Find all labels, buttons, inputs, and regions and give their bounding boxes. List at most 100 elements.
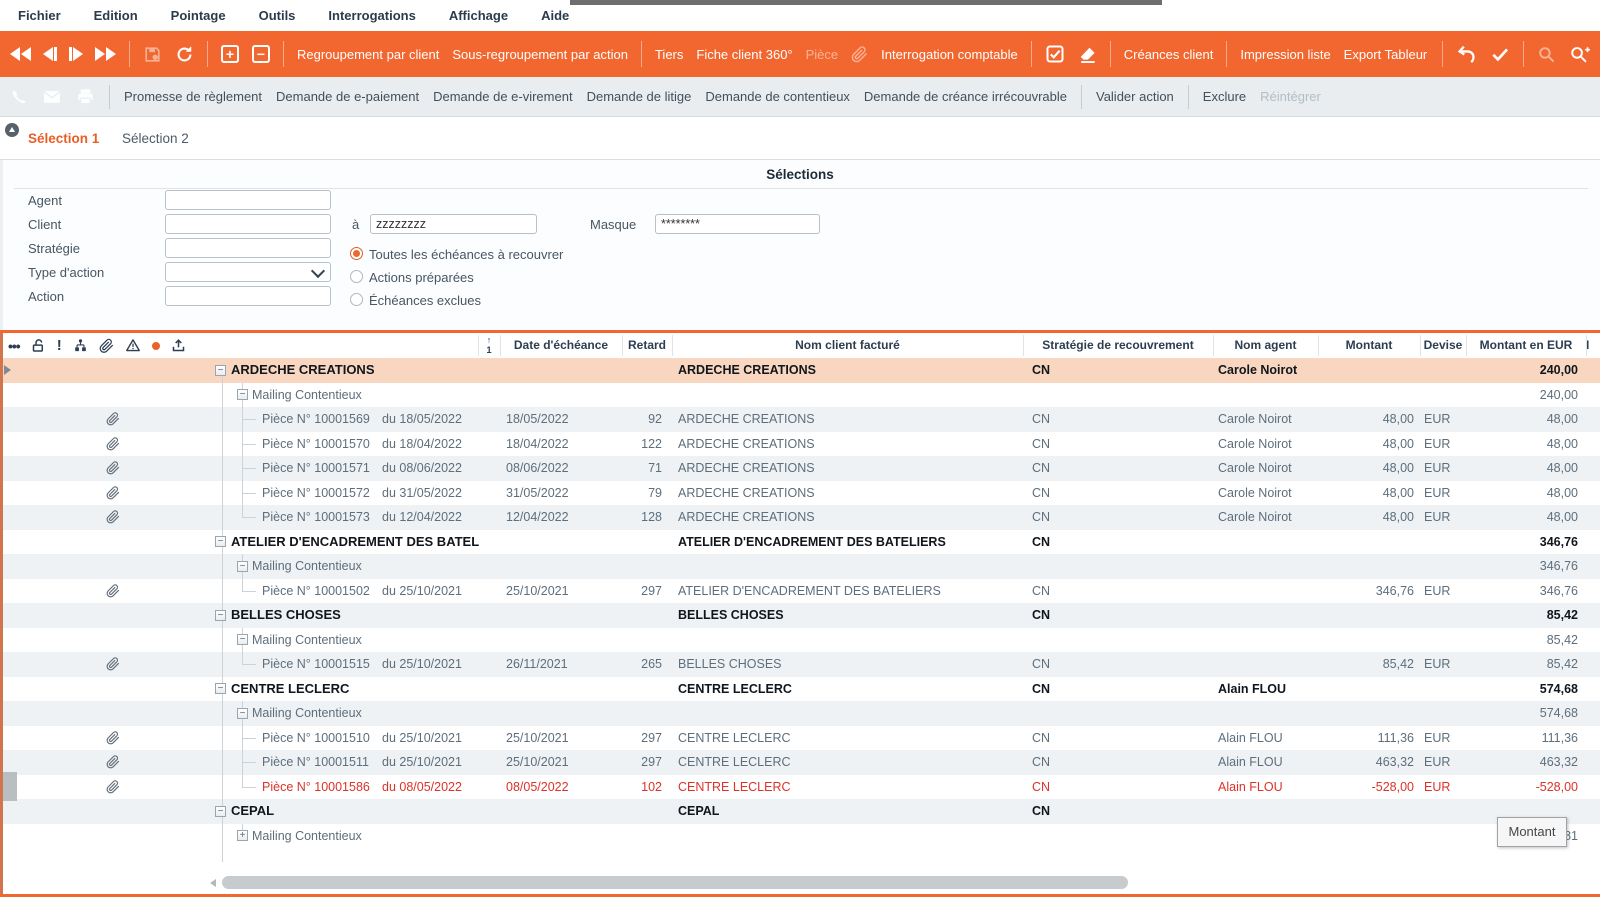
collapse-node-icon[interactable]: −	[237, 389, 248, 400]
hierarchy-icon[interactable]	[73, 338, 88, 353]
next-record-icon[interactable]	[69, 47, 83, 61]
column-header-devise[interactable]: Devise	[1420, 333, 1466, 358]
grid-row-piece[interactable]: Pièce N° 10001586du 08/05/202208/05/2022…	[0, 775, 1600, 800]
horizontal-scrollbar-thumb[interactable]	[222, 876, 1128, 889]
menu-affichage[interactable]: Affichage	[449, 8, 508, 23]
column-header-date-echeance[interactable]: Date d'échéance	[500, 333, 622, 358]
impression-liste-button[interactable]: Impression liste	[1240, 47, 1330, 62]
collapse-node-icon[interactable]: −	[215, 365, 226, 376]
refresh-icon[interactable]	[175, 45, 194, 64]
column-header-partial[interactable]: I	[1586, 333, 1600, 358]
undo-icon[interactable]	[1456, 44, 1477, 65]
grid-row-piece[interactable]: Pièce N° 10001572du 31/05/202231/05/2022…	[0, 481, 1600, 506]
menu-outils[interactable]: Outils	[259, 8, 296, 23]
grid-row-client-group[interactable]: −CENTRE LECLERCCENTRE LECLERCCNAlain FLO…	[0, 677, 1600, 702]
validate-checkbox-icon[interactable]	[1045, 44, 1065, 64]
sort-indicator[interactable]: ↑ 1	[482, 335, 496, 355]
grid-row-client-group[interactable]: −BELLES CHOSESBELLES CHOSESCN85,42	[0, 603, 1600, 628]
radio-toutes-echeances[interactable]	[350, 247, 363, 260]
exclure-button[interactable]: Exclure	[1203, 89, 1246, 104]
tiers-button[interactable]: Tiers	[655, 47, 683, 62]
fiche-client-360-button[interactable]: Fiche client 360°	[696, 47, 792, 62]
grid-row-piece[interactable]: Pièce N° 10001502du 25/10/202125/10/2021…	[0, 579, 1600, 604]
demande-litige-button[interactable]: Demande de litige	[587, 89, 692, 104]
column-header-nom-client[interactable]: Nom client facturé	[672, 333, 1023, 358]
column-header-strategie[interactable]: Stratégie de recouvrement	[1023, 333, 1213, 358]
collapse-node-icon[interactable]: −	[215, 610, 226, 621]
collapse-node-icon[interactable]: −	[237, 561, 248, 572]
demande-contentieux-button[interactable]: Demande de contentieux	[705, 89, 850, 104]
eraser-icon[interactable]	[1078, 45, 1097, 64]
grid-row-action-group[interactable]: −Mailing Contentieux346,76	[0, 554, 1600, 579]
interrogation-comptable-button[interactable]: Interrogation comptable	[881, 47, 1018, 62]
grid-row-client-group[interactable]: −CEPALCEPALCN	[0, 799, 1600, 824]
lock-icon[interactable]	[31, 338, 46, 354]
collapse-panel-icon[interactable]	[5, 123, 19, 137]
grid-row-action-group[interactable]: −Mailing Contentieux240,00	[0, 383, 1600, 408]
previous-record-icon[interactable]	[43, 47, 57, 61]
confirm-check-icon[interactable]	[1490, 44, 1510, 64]
tab-selection-1[interactable]: Sélection 1	[28, 131, 99, 146]
grid-row-piece[interactable]: Pièce N° 10001570du 18/04/202218/04/2022…	[0, 432, 1600, 457]
sous-regroupement-par-action-button[interactable]: Sous-regroupement par action	[452, 47, 628, 62]
demande-e-paiement-button[interactable]: Demande de e-paiement	[276, 89, 419, 104]
expand-all-icon[interactable]: +	[221, 45, 239, 63]
valider-action-button[interactable]: Valider action	[1096, 89, 1174, 104]
grid-row-action-group[interactable]: −Mailing Contentieux85,42	[0, 628, 1600, 653]
grid-row-piece[interactable]: Pièce N° 10001573du 12/04/202212/04/2022…	[0, 505, 1600, 530]
first-record-icon[interactable]	[10, 47, 31, 61]
more-options-icon[interactable]: •••	[8, 341, 20, 351]
tab-selection-2[interactable]: Sélection 2	[122, 131, 189, 146]
grid-row-piece[interactable]: Pièce N° 10001511du 25/10/202125/10/2021…	[0, 750, 1600, 775]
collapse-node-icon[interactable]: −	[237, 708, 248, 719]
promesse-reglement-button[interactable]: Promesse de règlement	[124, 89, 262, 104]
zoom-plus-icon[interactable]	[1569, 44, 1590, 65]
expand-node-icon[interactable]: +	[237, 830, 248, 841]
column-header-retard[interactable]: Retard	[622, 333, 672, 358]
menu-edition[interactable]: Edition	[94, 8, 138, 23]
menu-aide[interactable]: Aide	[541, 8, 569, 23]
radio-actions-preparees[interactable]	[350, 270, 363, 283]
export-row-icon[interactable]	[171, 338, 186, 353]
grid-row-piece[interactable]: Pièce N° 10001569du 18/05/202218/05/2022…	[0, 407, 1600, 432]
creances-client-button[interactable]: Créances client	[1124, 47, 1214, 62]
type-action-select[interactable]	[165, 262, 331, 282]
grid-row-piece[interactable]: Pièce N° 10001510du 25/10/202125/10/2021…	[0, 726, 1600, 751]
collapse-node-icon[interactable]: −	[215, 683, 226, 694]
column-header-montant-eur[interactable]: Montant en EUR	[1466, 333, 1586, 358]
attachment-column-icon[interactable]	[99, 338, 114, 354]
menu-fichier[interactable]: Fichier	[18, 8, 61, 23]
strategie-input[interactable]	[165, 238, 331, 258]
action-input[interactable]	[165, 286, 331, 306]
last-record-icon[interactable]	[95, 47, 116, 61]
client-from-input[interactable]	[165, 214, 331, 234]
grid-row-piece[interactable]: Pièce N° 10001515du 25/10/202126/11/2021…	[0, 652, 1600, 677]
collapse-node-icon[interactable]: −	[237, 634, 248, 645]
grid-row-action-group[interactable]: +Mailing Contentieux557,81	[0, 824, 1600, 849]
status-dot-icon[interactable]	[152, 342, 160, 350]
collapse-all-icon[interactable]: −	[252, 45, 270, 63]
radio-echeances-exclues[interactable]	[350, 293, 363, 306]
demande-creance-irrecouvrable-button[interactable]: Demande de créance irrécouvrable	[864, 89, 1067, 104]
row-scroll-marker[interactable]	[3, 772, 17, 801]
warning-icon[interactable]	[125, 338, 141, 353]
agent-input[interactable]	[165, 190, 331, 210]
grid-row-piece[interactable]: Pièce N° 10001571du 08/06/202208/06/2022…	[0, 456, 1600, 481]
grid-row-client-group[interactable]: −ARDECHE CREATIONSARDECHE CREATIONSCNCar…	[0, 358, 1600, 383]
demande-e-virement-button[interactable]: Demande de e-virement	[433, 89, 572, 104]
collapse-node-icon[interactable]: −	[215, 806, 226, 817]
column-header-montant[interactable]: Montant	[1318, 333, 1420, 358]
grid-row-client-group[interactable]: −ATELIER D'ENCADREMENT DES BATELATELIER …	[0, 530, 1600, 555]
menu-interrogations[interactable]: Interrogations	[328, 8, 415, 23]
export-tableur-button[interactable]: Export Tableur	[1344, 47, 1428, 62]
hscroll-left-arrow[interactable]	[210, 879, 216, 887]
menu-pointage[interactable]: Pointage	[171, 8, 226, 23]
column-header-nom-agent[interactable]: Nom agent	[1213, 333, 1318, 358]
collapse-node-icon[interactable]: −	[215, 536, 226, 547]
masque-input[interactable]	[655, 214, 820, 234]
grid-row-action-group[interactable]: −Mailing Contentieux574,68	[0, 701, 1600, 726]
regroupement-par-client-button[interactable]: Regroupement par client	[297, 47, 439, 62]
type-action-value[interactable]	[165, 262, 331, 282]
client-to-input[interactable]	[370, 214, 537, 234]
priority-icon[interactable]: !	[57, 337, 62, 354]
